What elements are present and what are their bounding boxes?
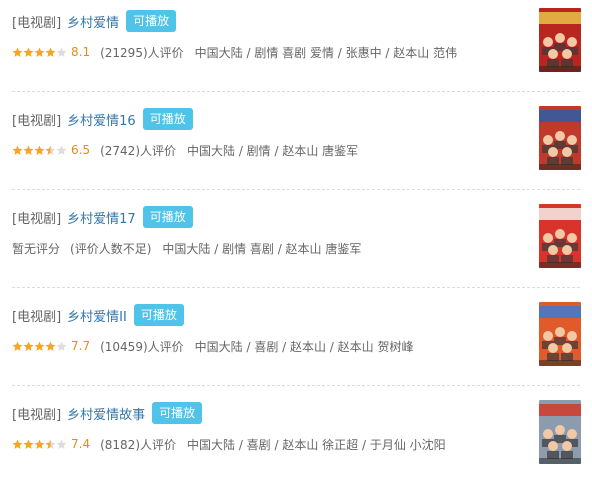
category-label: [电视剧] bbox=[12, 15, 62, 31]
category-label: [电视剧] bbox=[12, 113, 62, 129]
poster-thumbnail[interactable] bbox=[539, 106, 581, 170]
poster-thumbnail[interactable] bbox=[539, 204, 581, 268]
star-icon bbox=[56, 145, 67, 155]
rating-count: (评价人数不足) bbox=[70, 241, 152, 256]
rating-count: (2742)人评价 bbox=[100, 143, 176, 158]
poster-image bbox=[539, 8, 581, 72]
no-rating-label: 暂无评分 bbox=[12, 241, 61, 256]
title-link[interactable]: 乡村爱情17 bbox=[67, 208, 136, 227]
info-row: 6.5 (2742)人评价 中国大陆 / 剧情 / 赵本山 唐鉴军 bbox=[12, 140, 358, 160]
poster-image bbox=[539, 400, 581, 464]
star-icon bbox=[45, 341, 56, 351]
title-row: [电视剧] 乡村爱情17 可播放 bbox=[12, 204, 193, 230]
poster-image bbox=[539, 302, 581, 366]
meta-info: 中国大陆 / 剧情 喜剧 爱情 / 张惠中 / 赵本山 范伟 bbox=[194, 45, 458, 60]
info-row: 7.4 (8182)人评价 中国大陆 / 喜剧 / 赵本山 徐正超 / 于月仙 … bbox=[12, 434, 446, 454]
star-icon bbox=[34, 47, 45, 57]
meta-info: 中国大陆 / 喜剧 / 赵本山 / 赵本山 贺树峰 bbox=[194, 339, 414, 354]
info-row: 8.1 (21295)人评价 中国大陆 / 剧情 喜剧 爱情 / 张惠中 / 赵… bbox=[12, 42, 457, 62]
star-icon bbox=[45, 47, 56, 57]
rating-count: (10459)人评价 bbox=[100, 339, 184, 354]
meta-info: 中国大陆 / 剧情 / 赵本山 唐鉴军 bbox=[187, 143, 359, 158]
star-icon bbox=[34, 145, 45, 155]
playable-badge[interactable]: 可播放 bbox=[142, 206, 193, 228]
title-link[interactable]: 乡村爱情16 bbox=[67, 110, 136, 129]
playable-badge[interactable]: 可播放 bbox=[152, 402, 203, 424]
rating-count: (21295)人评价 bbox=[100, 45, 184, 60]
poster-thumbnail[interactable] bbox=[539, 400, 581, 464]
divider bbox=[12, 91, 580, 92]
star-icon bbox=[23, 47, 34, 57]
category-label: [电视剧] bbox=[12, 407, 62, 423]
title-link[interactable]: 乡村爱情故事 bbox=[67, 404, 145, 423]
poster-thumbnail[interactable] bbox=[539, 8, 581, 72]
rating-count: (8182)人评价 bbox=[100, 437, 176, 452]
title-link[interactable]: 乡村爱情II bbox=[67, 306, 127, 325]
title-row: [电视剧] 乡村爱情II 可播放 bbox=[12, 302, 184, 328]
star-icon bbox=[23, 439, 34, 449]
poster-image bbox=[539, 204, 581, 268]
rating-value: 8.1 bbox=[71, 45, 91, 59]
title-row: [电视剧] 乡村爱情16 可播放 bbox=[12, 106, 193, 132]
title-link[interactable]: 乡村爱情 bbox=[67, 12, 119, 31]
star-icon bbox=[56, 47, 67, 57]
info-row: 暂无评分 (评价人数不足) 中国大陆 / 剧情 喜剧 / 赵本山 唐鉴军 bbox=[12, 238, 361, 258]
star-icon bbox=[56, 439, 67, 449]
star-icon bbox=[12, 439, 23, 449]
rating-value: 6.5 bbox=[71, 143, 91, 157]
star-icon bbox=[23, 145, 34, 155]
playable-badge[interactable]: 可播放 bbox=[142, 108, 193, 130]
divider bbox=[12, 287, 580, 288]
star-icon bbox=[34, 341, 45, 351]
poster-image bbox=[539, 106, 581, 170]
poster-thumbnail[interactable] bbox=[539, 302, 581, 366]
playable-badge[interactable]: 可播放 bbox=[126, 10, 177, 32]
star-icon bbox=[23, 341, 34, 351]
star-icon bbox=[45, 145, 56, 155]
title-row: [电视剧] 乡村爱情故事 可播放 bbox=[12, 400, 203, 426]
playable-badge[interactable]: 可播放 bbox=[133, 304, 184, 326]
rating-value: 7.7 bbox=[71, 339, 91, 353]
star-icon bbox=[56, 341, 67, 351]
category-label: [电视剧] bbox=[12, 309, 62, 325]
divider bbox=[12, 189, 580, 190]
rating-stars bbox=[12, 145, 67, 156]
star-icon bbox=[12, 145, 23, 155]
star-icon bbox=[34, 439, 45, 449]
star-icon bbox=[45, 439, 56, 449]
meta-info: 中国大陆 / 喜剧 / 赵本山 徐正超 / 于月仙 小沈阳 bbox=[187, 437, 446, 452]
star-icon bbox=[12, 341, 23, 351]
divider bbox=[12, 385, 580, 386]
title-row: [电视剧] 乡村爱情 可播放 bbox=[12, 8, 177, 34]
rating-stars bbox=[12, 47, 67, 58]
rating-stars bbox=[12, 341, 67, 352]
info-row: 7.7 (10459)人评价 中国大陆 / 喜剧 / 赵本山 / 赵本山 贺树峰 bbox=[12, 336, 413, 356]
category-label: [电视剧] bbox=[12, 211, 62, 227]
rating-stars bbox=[12, 439, 67, 450]
meta-info: 中国大陆 / 剧情 喜剧 / 赵本山 唐鉴军 bbox=[162, 241, 362, 256]
rating-value: 7.4 bbox=[71, 437, 91, 451]
star-icon bbox=[12, 47, 23, 57]
